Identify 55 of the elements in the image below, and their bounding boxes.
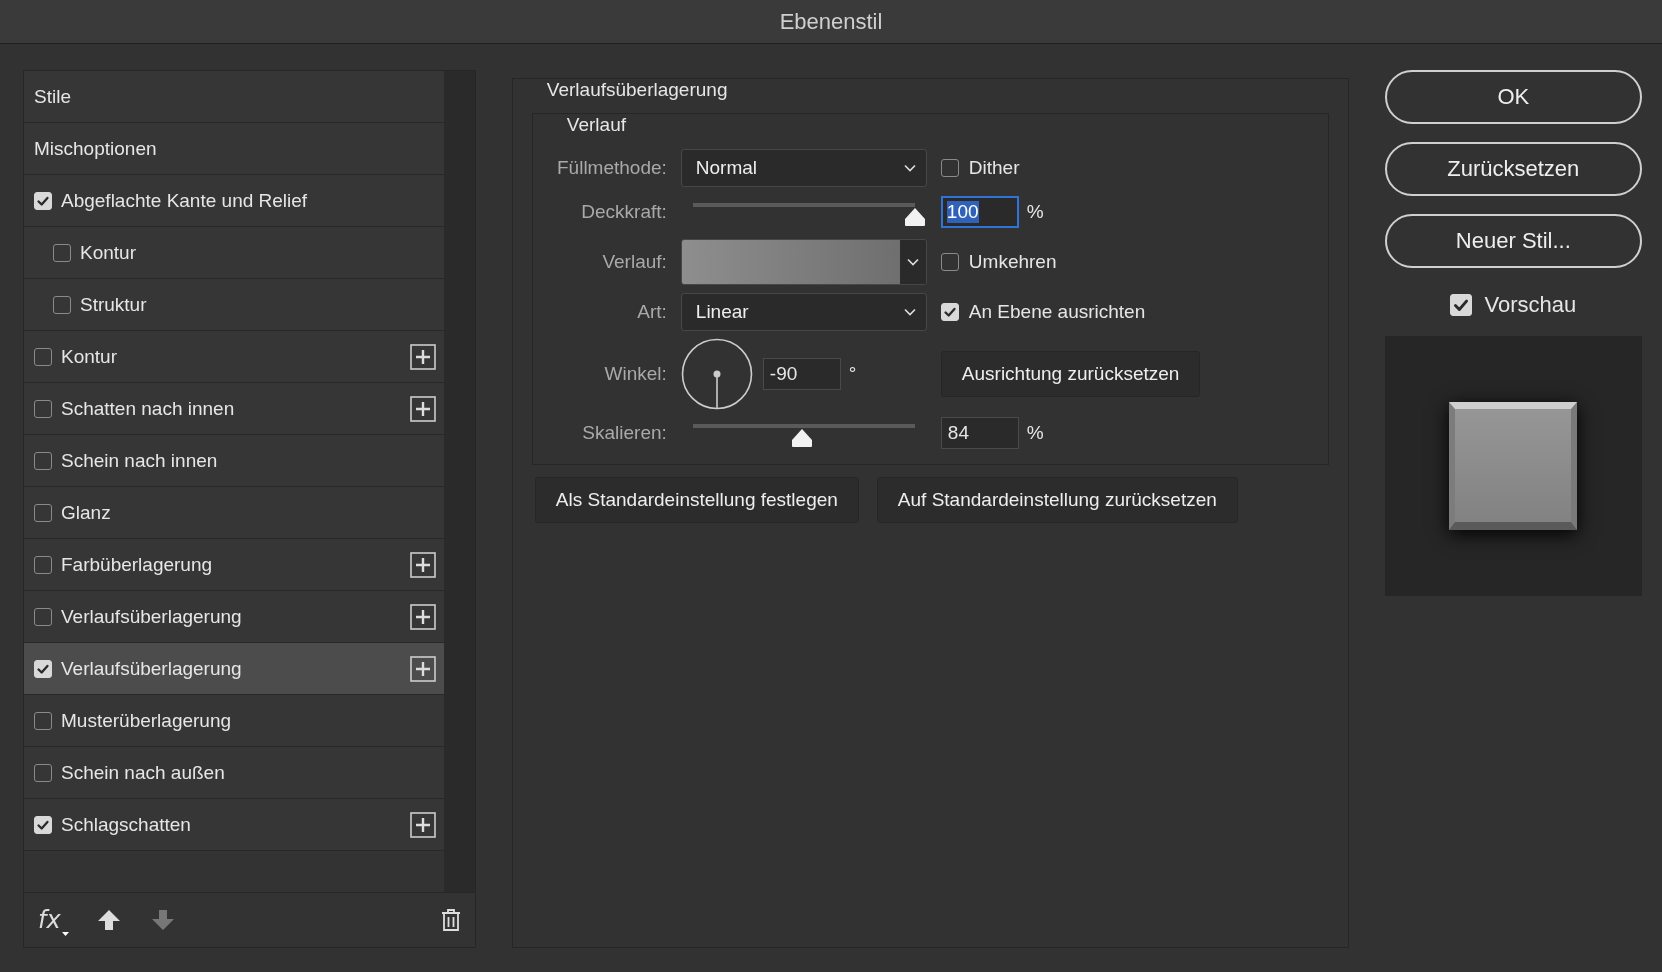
- plus-icon[interactable]: [410, 551, 436, 578]
- default-button[interactable]: Als Standardeinstellung festlegen: [534, 477, 859, 523]
- checkbox[interactable]: [34, 399, 52, 418]
- checkbox[interactable]: [53, 243, 71, 262]
- unit-label: %: [1026, 201, 1044, 223]
- slider-thumb[interactable]: [903, 207, 926, 227]
- field-label: Skalieren:: [581, 421, 667, 445]
- checkbox-label: Dither: [968, 157, 1020, 179]
- blend-mode-dropdown[interactable]: Normal: [680, 149, 927, 187]
- checkbox-label: Umkehren: [968, 251, 1057, 273]
- field-label: Deckkraft:: [580, 200, 667, 224]
- checkbox-label: Vorschau: [1484, 292, 1577, 318]
- unit-label: %: [1026, 422, 1044, 444]
- action-button[interactable]: Zurücksetzen: [1384, 142, 1642, 196]
- checkbox[interactable]: [940, 159, 959, 177]
- plus-icon[interactable]: [410, 343, 436, 370]
- checkbox[interactable]: [34, 451, 52, 470]
- caret-icon: [61, 932, 69, 936]
- field-label: Winkel:: [603, 362, 667, 386]
- checkbox[interactable]: [34, 763, 52, 782]
- chevron-down-icon: [903, 164, 916, 172]
- style-dropdown[interactable]: Linear: [680, 293, 927, 331]
- checkbox[interactable]: [940, 253, 959, 271]
- checkbox[interactable]: [34, 711, 52, 730]
- trash-icon[interactable]: [440, 908, 461, 932]
- window-title: Ebenenstil: [779, 8, 883, 35]
- gradient-picker[interactable]: [680, 239, 927, 285]
- action-button[interactable]: OK: [1384, 70, 1642, 124]
- angle-dial[interactable]: [680, 338, 753, 410]
- plus-icon[interactable]: [410, 395, 436, 422]
- number-field[interactable]: 84: [940, 417, 1019, 449]
- plus-icon[interactable]: [410, 655, 436, 682]
- chevron-down-icon: [906, 258, 919, 266]
- checkbox[interactable]: [34, 347, 52, 366]
- checkbox[interactable]: [34, 503, 52, 522]
- checkbox-label: An Ebene ausrichten: [968, 301, 1146, 323]
- arrow-up-icon[interactable]: [96, 908, 121, 932]
- unit-label: °: [848, 363, 857, 385]
- field-label: Art:: [636, 300, 667, 324]
- style-list-item[interactable]: Verlaufsüberlagerung: [24, 643, 444, 695]
- plus-icon[interactable]: [410, 603, 436, 630]
- field-label: Füllmethode:: [556, 156, 667, 180]
- checkbox[interactable]: [53, 295, 71, 314]
- slider-thumb[interactable]: [790, 428, 813, 448]
- number-field[interactable]: 100: [940, 196, 1019, 228]
- reset-alignment-button[interactable]: Ausrichtung zurücksetzen: [940, 351, 1201, 397]
- plus-icon[interactable]: [410, 811, 436, 838]
- checkbox[interactable]: [34, 607, 52, 626]
- fx-menu-button[interactable]: fx: [38, 906, 67, 934]
- angle-field[interactable]: -90: [762, 358, 841, 390]
- chevron-down-icon: [903, 308, 916, 316]
- checkbox[interactable]: [34, 555, 52, 574]
- default-button[interactable]: Auf Standardeinstellung zurücksetzen: [876, 477, 1238, 523]
- field-label: Verlauf:: [601, 250, 667, 274]
- action-button[interactable]: Neuer Stil...: [1384, 214, 1642, 268]
